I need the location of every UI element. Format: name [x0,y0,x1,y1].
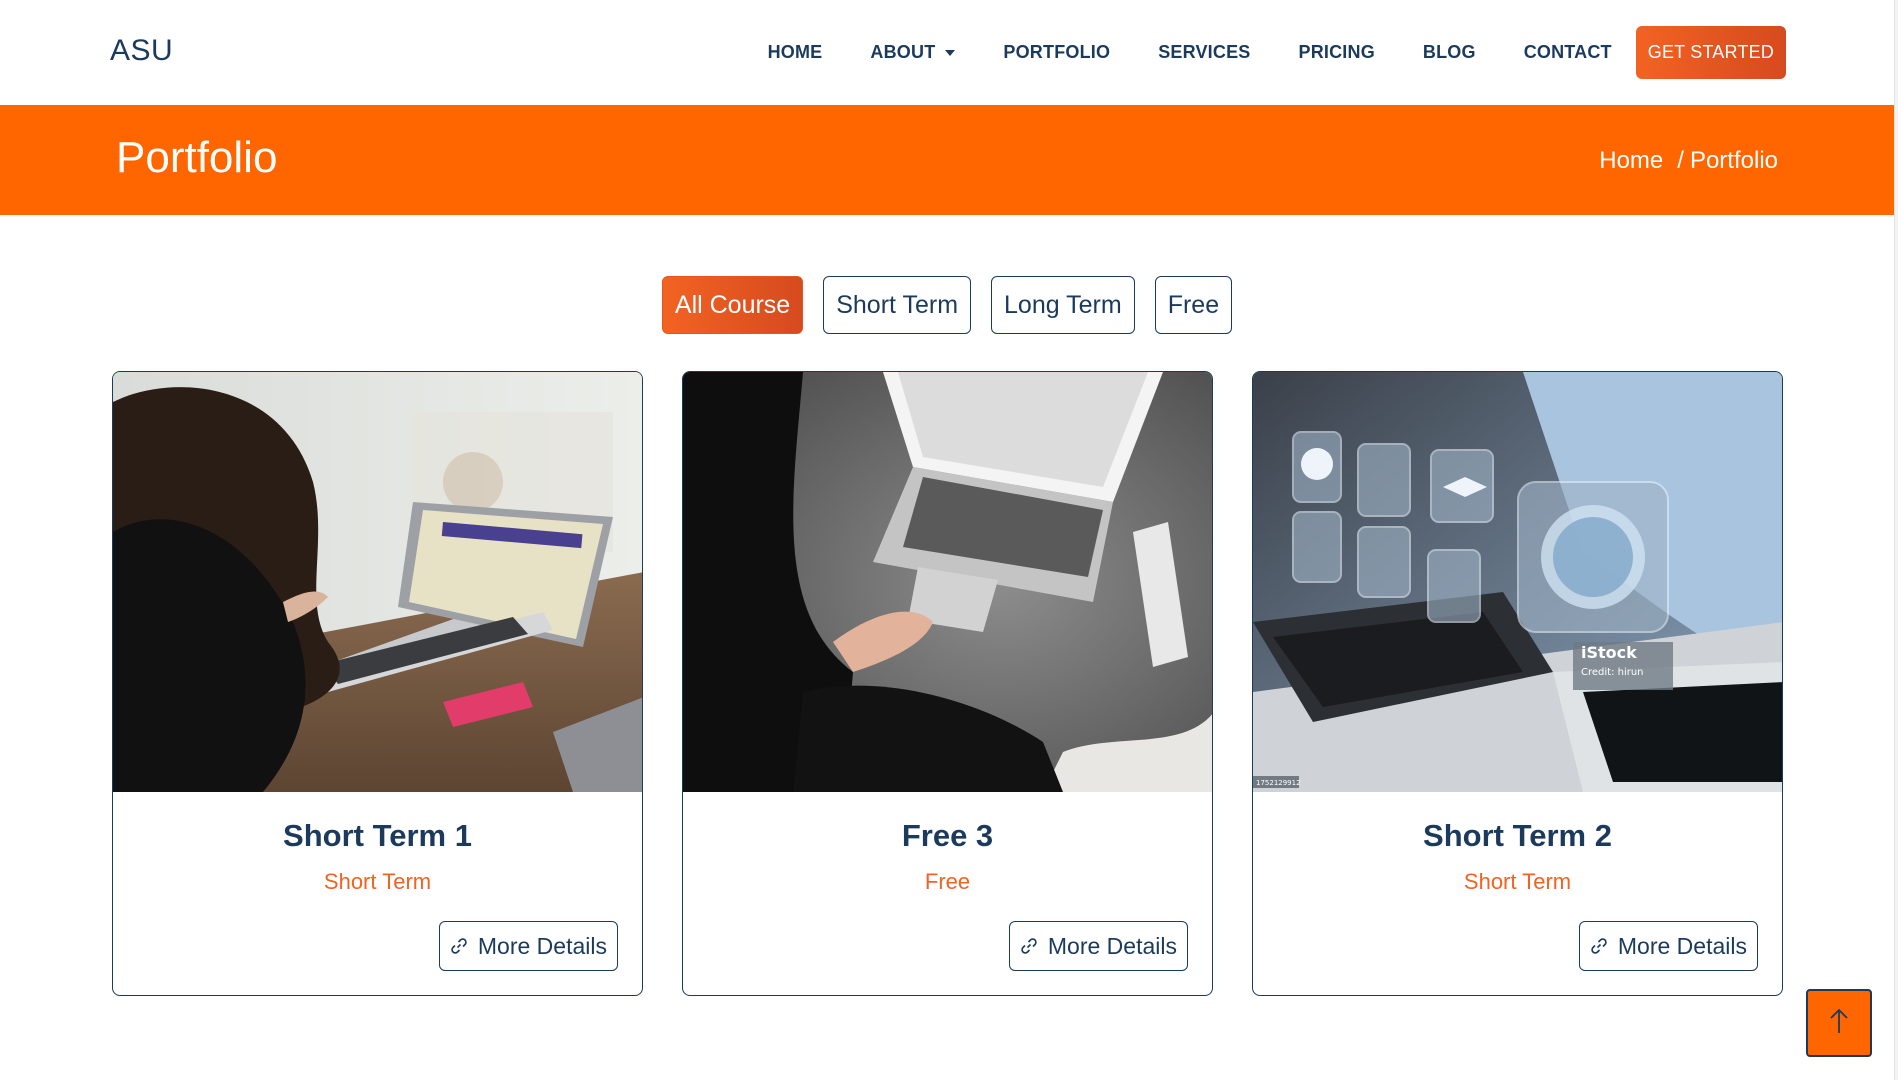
nav-portfolio[interactable]: PORTFOLIO [1003,42,1110,63]
portfolio-card: Short Term 1 Short Term More Details [112,371,643,996]
card-title: Short Term 2 [1423,818,1612,853]
more-details-label: More Details [477,932,607,959]
portfolio-card: Free 3 Free More Details [682,371,1213,996]
more-details-button[interactable]: More Details [438,921,618,971]
online-learning-icons-photo: iStock Credit: hirun 1752129912 [1253,372,1782,792]
more-details-button[interactable]: More Details [1578,921,1758,971]
page-title: Portfolio [116,133,278,182]
card-title: Short Term 1 [283,818,472,853]
portfolio-card: iStock Credit: hirun 1752129912 Short Te… [1252,371,1783,996]
girl-with-laptop-photo [113,372,642,792]
back-to-top-button[interactable] [1806,989,1872,1057]
card-title: Free 3 [901,818,994,853]
link-icon [1020,937,1038,955]
breadcrumb: Home / Portfolio [1599,147,1778,175]
laptop-on-rug-photo [683,372,1212,792]
svg-text:1752129912: 1752129912 [1256,779,1301,787]
nav-home[interactable]: HOME [768,42,823,63]
nav-contact[interactable]: CONTACT [1524,42,1612,63]
get-started-button[interactable]: GET STARTED [1635,26,1786,79]
link-icon [1590,937,1608,955]
svg-text:Credit: hirun: Credit: hirun [1581,667,1644,678]
nav-about-label: ABOUT [870,42,936,62]
site-header: ASU HOME ABOUT PORTFOLIO SERVICES PRICIN… [0,0,1898,105]
page-scrollbar[interactable] [1894,0,1898,1080]
more-details-button[interactable]: More Details [1008,921,1188,971]
breadcrumb-home[interactable]: Home [1599,147,1663,175]
card-category: Short Term [323,869,432,894]
filter-long-term[interactable]: Long Term [991,276,1135,334]
link-icon [450,937,468,955]
main-nav: HOME ABOUT PORTFOLIO SERVICES PRICING BL… [720,26,1786,79]
caret-down-icon [945,49,956,56]
filter-free[interactable]: Free [1154,276,1233,334]
page-banner: Portfolio Home / Portfolio [0,105,1894,215]
filter-short-term[interactable]: Short Term [823,276,972,334]
more-details-label: More Details [1047,932,1177,959]
site-logo[interactable]: ASU [110,34,173,68]
nav-about[interactable]: ABOUT [870,42,956,63]
course-filters: All Course Short Term Long Term Free [0,276,1894,334]
card-category: Free [924,869,971,894]
nav-blog[interactable]: BLOG [1423,42,1476,63]
filter-all-course[interactable]: All Course [661,276,804,334]
card-category: Short Term [1463,869,1572,894]
arrow-up-icon [1828,1007,1850,1040]
svg-text:iStock: iStock [1581,643,1637,662]
breadcrumb-separator: / [1677,147,1684,174]
nav-services[interactable]: SERVICES [1158,42,1250,63]
breadcrumb-current: Portfolio [1689,147,1778,174]
nav-pricing[interactable]: PRICING [1299,42,1375,63]
more-details-label: More Details [1617,932,1747,959]
